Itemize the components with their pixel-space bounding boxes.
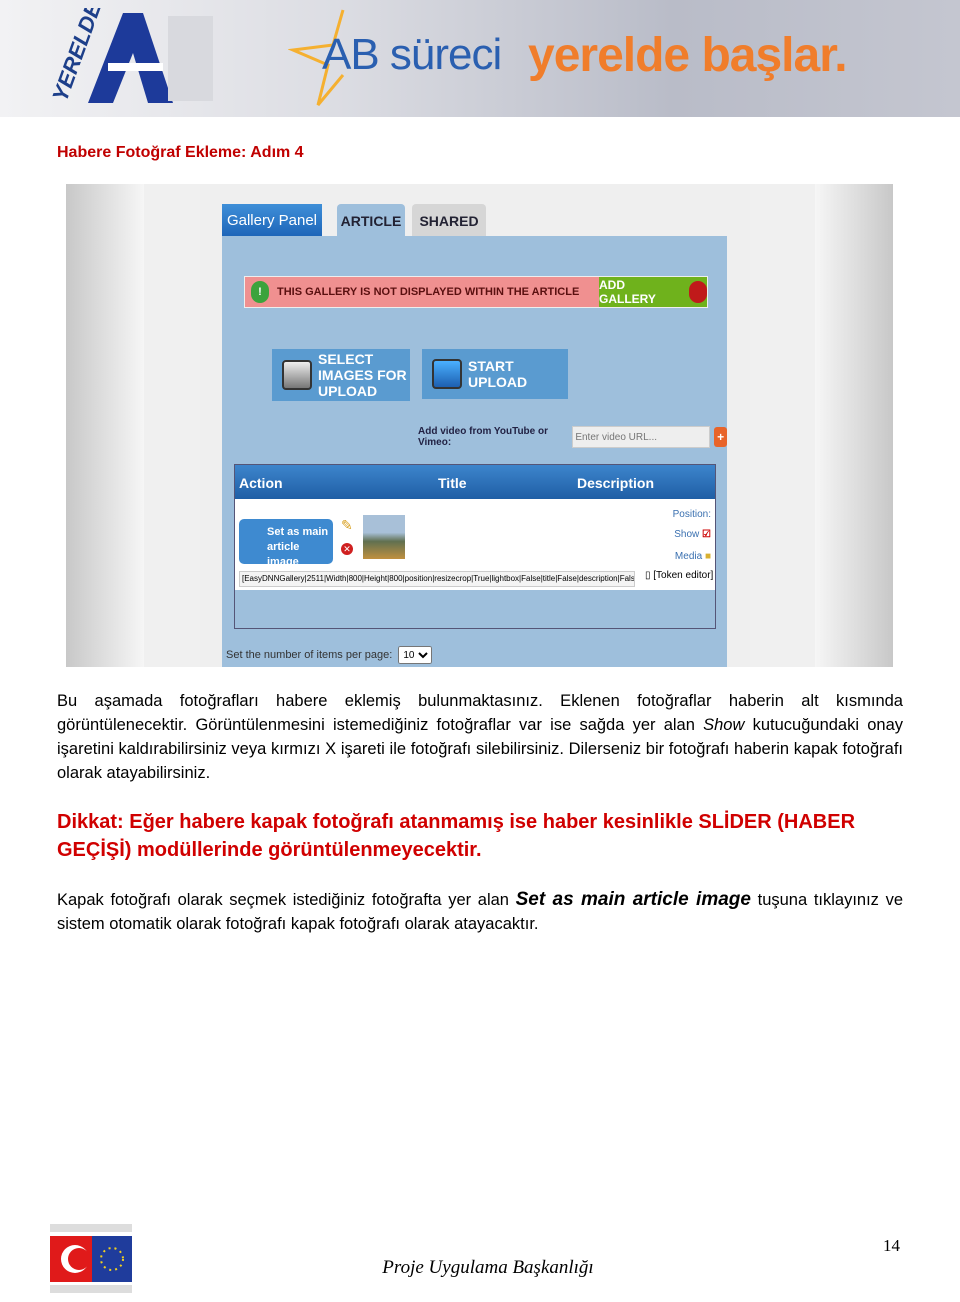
- media-label: Media ■: [675, 551, 711, 562]
- per-page-select[interactable]: 10: [398, 646, 433, 664]
- slogan-part1: AB süreci: [322, 30, 502, 79]
- table-header: Action Title Description: [235, 465, 715, 499]
- table-row: Set as main article image ✎ ✕ Position: …: [235, 499, 715, 590]
- per-page-row: Set the number of items per page: 10: [226, 646, 433, 664]
- delete-x-icon[interactable]: ✕: [341, 543, 353, 555]
- page-title: Habere Fotoğraf Ekleme: Adım 4: [57, 144, 304, 161]
- footer-text: Proje Uygulama Başkanlığı: [382, 1257, 594, 1278]
- para1-show: Show: [703, 716, 745, 734]
- add-video-icon[interactable]: +: [714, 427, 727, 447]
- token-field[interactable]: [EasyDNNGallery|2511|Width|800|Height|80…: [239, 571, 635, 587]
- paragraph-1: Bu aşamada fotoğrafları habere eklemiş b…: [57, 689, 903, 785]
- gallery-badge-icon: [689, 281, 707, 303]
- set-main-image-button[interactable]: Set as main article image: [239, 519, 333, 568]
- header-banner: YERELDE AB süreci yerelde başlar.: [0, 0, 960, 117]
- column-action: Action: [239, 475, 283, 491]
- add-gallery-button[interactable]: ADD GALLERY: [599, 277, 707, 307]
- para2-button-name: Set as main article image: [515, 889, 751, 910]
- gallery-screenshot: Gallery Panel ARTICLE SHARED ! THIS GALL…: [66, 184, 893, 667]
- start-upload-label: START UPLOAD: [468, 358, 528, 390]
- token-editor-button[interactable]: ▯ [Token editor]: [645, 570, 713, 581]
- images-table: Action Title Description Set as main art…: [234, 464, 716, 629]
- article-panel: ! THIS GALLERY IS NOT DISPLAYED WITHIN T…: [222, 236, 727, 667]
- video-label: Add video from YouTube or Vimeo:: [418, 426, 548, 448]
- select-images-button[interactable]: SELECT IMAGES FOR UPLOAD: [272, 349, 410, 401]
- column-title: Title: [438, 475, 467, 491]
- media-icon: ■: [704, 551, 711, 562]
- slogan-part2: yerelde başlar.: [528, 29, 848, 82]
- gallery-app: Gallery Panel ARTICLE SHARED ! THIS GALL…: [200, 184, 750, 667]
- warning-text: Dikkat: Eğer habere kapak fotoğrafı atan…: [57, 811, 856, 861]
- page-number: 14: [883, 1236, 900, 1255]
- para2-text-a: Kapak fotoğrafı olarak seçmek istediğini…: [57, 891, 516, 909]
- gallery-alert: ! THIS GALLERY IS NOT DISPLAYED WITHIN T…: [244, 276, 708, 308]
- video-row: Add video from YouTube or Vimeo: +: [418, 426, 727, 448]
- select-images-label: SELECT IMAGES FOR UPLOAD: [318, 351, 407, 399]
- tab-shared[interactable]: SHARED: [412, 204, 486, 237]
- start-upload-button[interactable]: START UPLOAD: [422, 349, 568, 399]
- show-label: Show: [674, 529, 700, 540]
- position-label: Position:: [672, 509, 711, 520]
- column-description: Description: [577, 475, 655, 491]
- tab-article[interactable]: ARTICLE: [337, 204, 405, 238]
- paragraph-2: Kapak fotoğrafı olarak seçmek istediğini…: [57, 888, 903, 936]
- tab-gallery-panel[interactable]: Gallery Panel: [222, 204, 322, 237]
- photo-thumbnail[interactable]: [363, 515, 405, 559]
- exclamation-icon: !: [251, 281, 269, 303]
- side-shadow-right: [815, 184, 893, 667]
- alert-text: THIS GALLERY IS NOT DISPLAYED WITHIN THE…: [277, 286, 580, 298]
- images-icon: [282, 360, 312, 390]
- edit-pencil-icon[interactable]: ✎: [341, 517, 353, 534]
- show-checkbox[interactable]: Show ☑: [674, 529, 711, 540]
- video-url-input[interactable]: [572, 426, 711, 448]
- media-text: Media: [674, 551, 703, 562]
- side-shadow-left: [66, 184, 144, 667]
- yerelde-logo: YERELDE: [48, 8, 213, 105]
- upload-icon: [432, 359, 462, 389]
- checkmark-icon: ☑: [702, 529, 711, 540]
- token-editor-label: [Token editor]: [653, 570, 714, 581]
- add-gallery-label: ADD GALLERY: [599, 278, 656, 306]
- per-page-label: Set the number of items per page:: [226, 649, 393, 661]
